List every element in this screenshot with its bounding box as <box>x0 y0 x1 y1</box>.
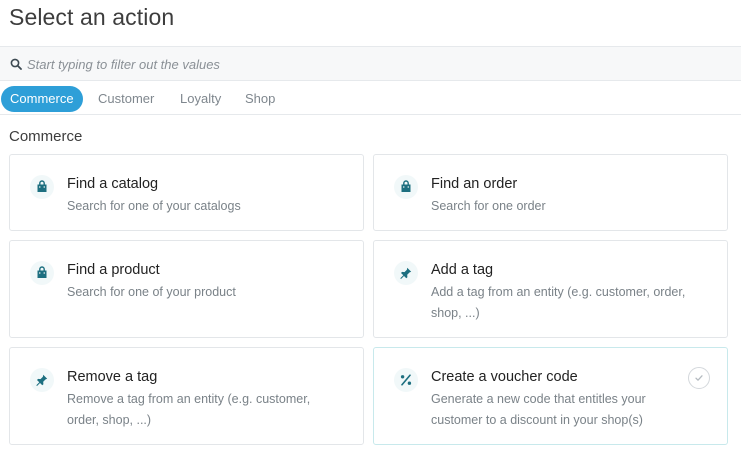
action-card-remove-tag[interactable]: Remove a tag Remove a tag from an entity… <box>9 347 364 445</box>
action-card-find-catalog[interactable]: Find a catalog Search for one of your ca… <box>9 154 364 231</box>
card-title: Create a voucher code <box>431 369 578 385</box>
search-icon <box>10 58 22 70</box>
section-title: Commerce <box>9 128 83 145</box>
shopping-bag-icon <box>30 261 54 285</box>
card-description: Add a tag from an entity (e.g. customer,… <box>431 285 686 320</box>
tab-bar: Commerce Customer Loyalty Shop <box>0 85 741 115</box>
card-description: Search for one order <box>431 199 546 213</box>
pin-icon <box>30 368 54 392</box>
pin-icon <box>394 261 418 285</box>
action-card-find-product[interactable]: Find a product Search for one of your pr… <box>9 240 364 338</box>
search-bar <box>0 46 741 81</box>
card-description: Search for one of your product <box>67 285 236 299</box>
card-title: Add a tag <box>431 262 494 278</box>
action-card-find-order[interactable]: Find an order Search for one order <box>373 154 728 231</box>
tab-commerce[interactable]: Commerce <box>1 86 83 112</box>
percent-icon <box>394 368 418 392</box>
card-description: Search for one of your catalogs <box>67 199 241 213</box>
tab-customer[interactable]: Customer <box>98 86 154 112</box>
action-card-create-voucher[interactable]: Create a voucher code Generate a new cod… <box>373 347 728 445</box>
tab-loyalty[interactable]: Loyalty <box>180 86 221 112</box>
action-card-add-tag[interactable]: Add a tag Add a tag from an entity (e.g.… <box>373 240 728 338</box>
check-icon <box>688 367 710 389</box>
card-title: Remove a tag <box>67 369 158 385</box>
card-title: Find a catalog <box>67 176 159 192</box>
search-input[interactable] <box>27 54 727 74</box>
shopping-bag-icon <box>30 175 54 199</box>
page-title: Select an action <box>9 4 175 30</box>
shopping-bag-icon <box>394 175 418 199</box>
card-title: Find an order <box>431 176 518 192</box>
card-title: Find a product <box>67 262 160 278</box>
card-description: Generate a new code that entitles your c… <box>431 392 646 427</box>
tab-shop[interactable]: Shop <box>245 86 275 112</box>
card-description: Remove a tag from an entity (e.g. custom… <box>67 392 311 427</box>
